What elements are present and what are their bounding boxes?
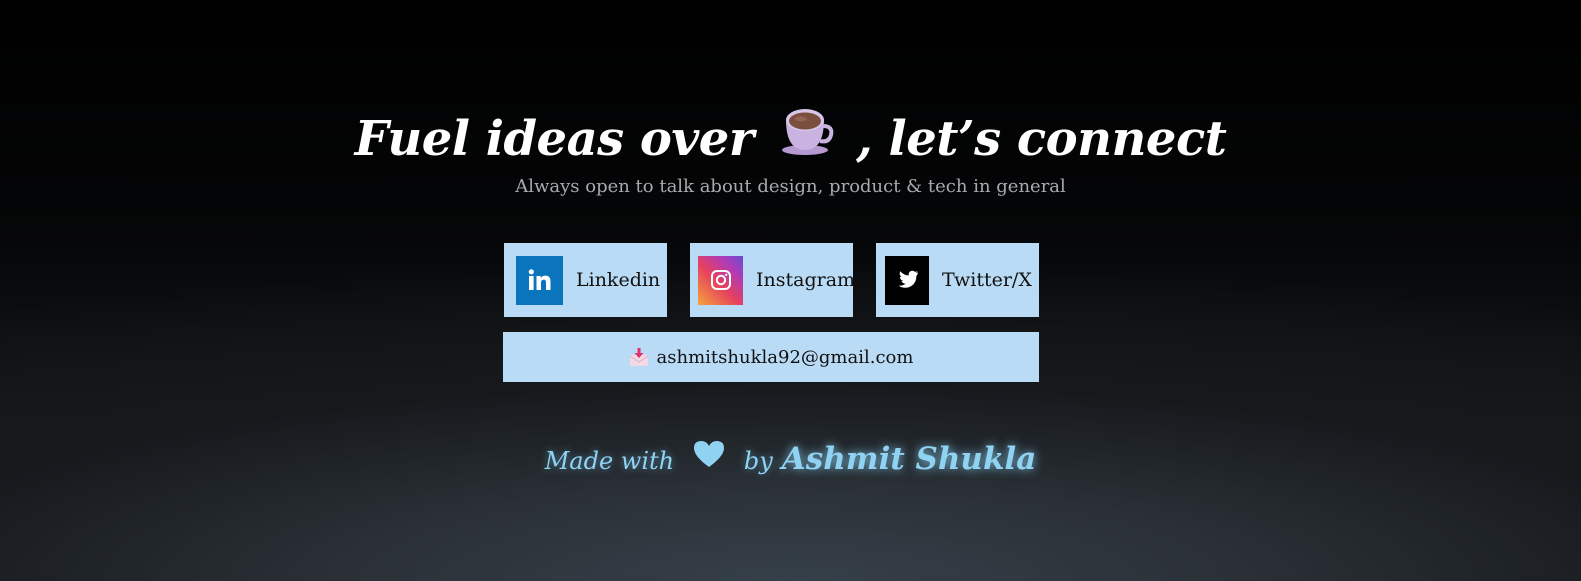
twitter-button[interactable]: Twitter/X [876, 243, 1039, 317]
linkedin-label: Linkedin [576, 269, 661, 291]
instagram-label: Instagram [756, 269, 856, 291]
twitter-label: Twitter/X [942, 269, 1032, 291]
linkedin-icon [516, 255, 563, 305]
instagram-icon [698, 255, 743, 305]
made-with-text: Made with [544, 447, 675, 475]
email-address: ashmitshukla92@gmail.com [656, 346, 914, 368]
instagram-button[interactable]: Instagram [690, 243, 856, 317]
author-name: Ashmit Shukla [781, 441, 1037, 477]
twitter-icon [885, 255, 929, 305]
footer-credit: Made with by Ashmit Shukla [0, 435, 1581, 486]
heart-icon [693, 435, 725, 483]
hero-section: Fuel ideas over , let’s connect Always o… [0, 108, 1581, 199]
email-button[interactable]: ashmitshukla92@gmail.com [503, 332, 1039, 382]
page-title: Fuel ideas over , let’s connect [0, 108, 1581, 175]
page-subtitle: Always open to talk about design, produc… [515, 176, 1066, 197]
linkedin-button[interactable]: Linkedin [504, 243, 667, 317]
coffee-cup-icon [780, 106, 834, 171]
title-text-start: Fuel ideas over [354, 111, 755, 167]
mail-download-icon [629, 347, 649, 367]
title-text-end: , let’s connect [856, 111, 1227, 167]
by-text: by [743, 447, 773, 475]
